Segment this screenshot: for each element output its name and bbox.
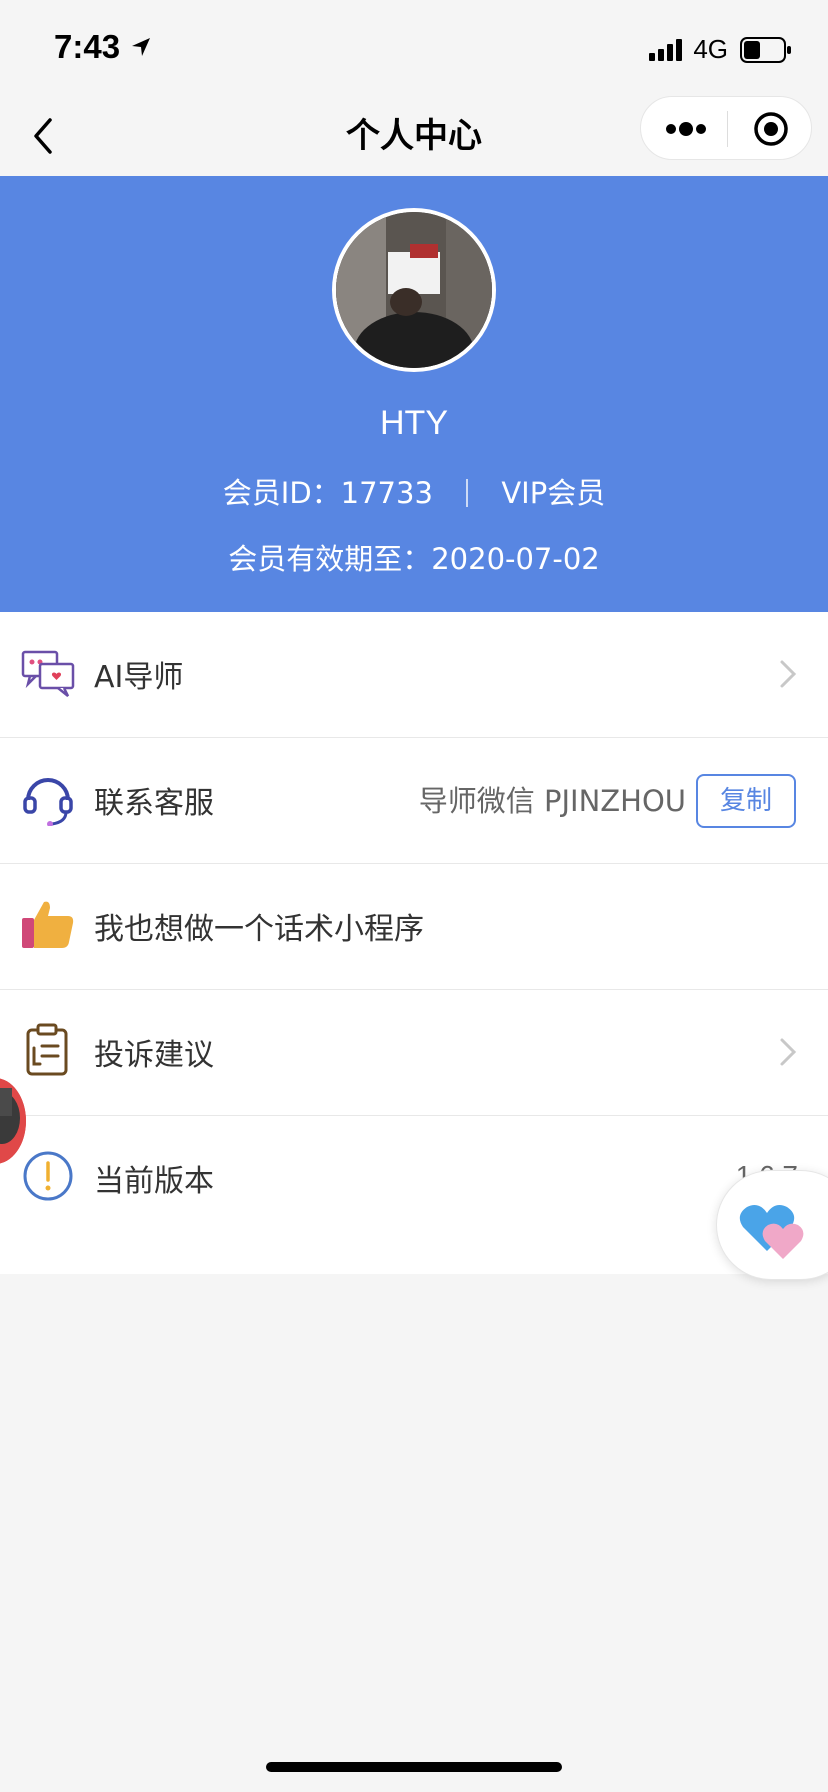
capsule-divider (727, 111, 728, 147)
username: HTY (380, 404, 448, 442)
chevron-right-icon (780, 660, 797, 688)
copy-button[interactable]: 复制 (696, 774, 796, 828)
menu-item-create-mini-program[interactable]: 我也想做一个话术小程序 (0, 864, 828, 990)
status-bar: 7:43 4G (0, 0, 828, 96)
heart-icon (733, 1187, 813, 1267)
network-type: 4G (693, 34, 728, 64)
close-target-icon[interactable] (753, 111, 789, 147)
nav-bar: 个人中心 (0, 92, 828, 176)
menu-item-feedback[interactable]: 投诉建议 (0, 990, 828, 1116)
clipboard-icon (26, 1023, 68, 1076)
chat-bubbles-icon (21, 650, 75, 697)
home-indicator (266, 1762, 562, 1772)
menu-item-version: 当前版本 1.6.7 (0, 1116, 828, 1274)
member-info-divider (466, 479, 469, 507)
signal-icon (649, 38, 683, 61)
menu-item-ai-mentor[interactable]: AI导师 (0, 612, 828, 738)
more-icon[interactable] (661, 113, 711, 145)
menu-label: 投诉建议 (94, 1038, 214, 1073)
menu-label: AI导师 (94, 660, 184, 695)
location-arrow-icon (132, 38, 150, 56)
status-indicators: 4G (649, 34, 792, 65)
menu-item-customer-service: 联系客服 导师微信 PJINZHOU 复制 (0, 738, 828, 864)
chevron-right-icon (780, 1038, 797, 1066)
floating-heart-button[interactable] (716, 1170, 828, 1280)
headset-icon (23, 778, 73, 826)
mentor-wechat-id: 导师微信 PJINZHOU (418, 784, 686, 818)
battery-icon (740, 36, 791, 63)
menu-label: 当前版本 (94, 1164, 214, 1199)
avatar[interactable] (332, 208, 496, 372)
member-info: 会员ID：17733 VIP会员 (0, 470, 828, 512)
status-time: 7:43 (54, 28, 121, 65)
member-id: 会员ID：17733 (222, 476, 433, 510)
avatar-photo (336, 212, 492, 368)
menu-list: AI导师 联系客服 导师微信 PJINZHOU 复制 我也想做一个话术小程序 投… (0, 612, 828, 1274)
info-circle-icon (23, 1151, 73, 1201)
menu-label: 联系客服 (94, 786, 214, 821)
member-level: VIP会员 (501, 476, 606, 510)
thumbs-up-icon (22, 901, 74, 948)
mini-program-capsule (640, 96, 812, 160)
profile-header: HTY 会员ID：17733 VIP会员 会员有效期至：2020-07-02 (0, 176, 828, 612)
menu-label: 我也想做一个话术小程序 (94, 912, 424, 947)
member-expire-date: 会员有效期至：2020-07-02 (228, 542, 600, 576)
